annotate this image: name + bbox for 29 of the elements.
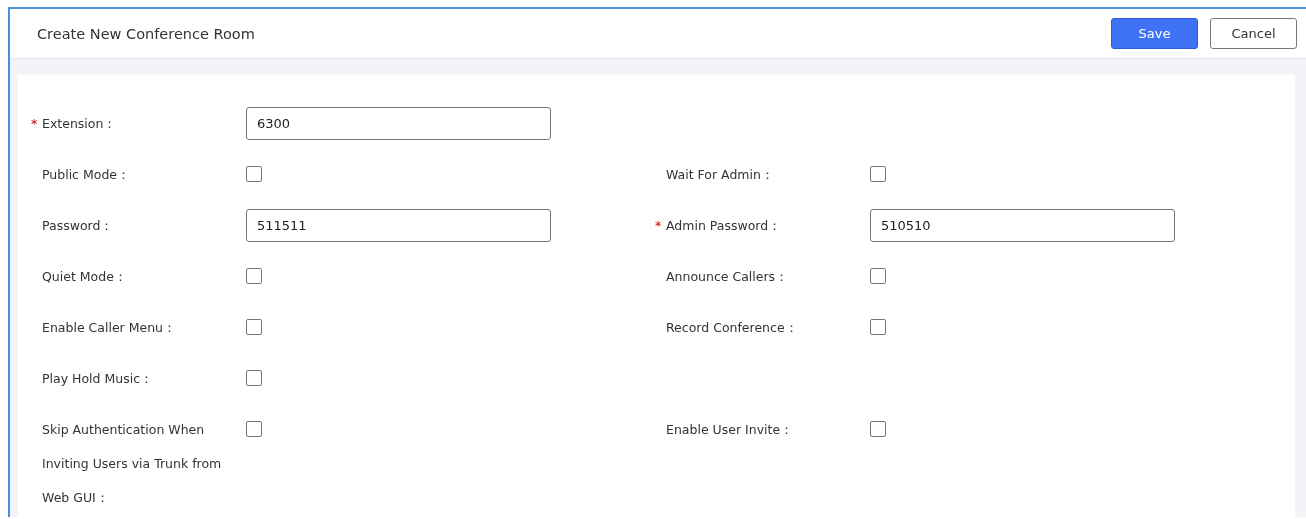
field-label: Wait For Admin： (665, 166, 775, 184)
page-title: Create New Conference Room (37, 25, 255, 42)
required-mark: * (30, 116, 38, 131)
checkbox[interactable] (246, 166, 262, 182)
field-label: Play Hold Music： (41, 370, 155, 388)
checkbox[interactable] (246, 268, 262, 284)
checkbox[interactable] (870, 268, 886, 284)
checkbox[interactable] (870, 166, 886, 182)
required-mark: * (654, 218, 662, 233)
checkbox[interactable] (870, 421, 886, 437)
field-label: Skip Authentication When Inviting Users via Trunk from Web GUI： (41, 421, 223, 507)
checkbox[interactable] (246, 370, 262, 386)
cancel-button[interactable]: Cancel (1210, 18, 1297, 49)
field-label: Quiet Mode： (41, 268, 128, 286)
field-label: Extension： (41, 115, 118, 133)
checkbox[interactable] (246, 421, 262, 437)
input-field[interactable]: 511511 (246, 209, 551, 242)
field-label: Password： (41, 217, 115, 235)
field-label: Public Mode： (41, 166, 132, 184)
save-button[interactable]: Save (1111, 18, 1198, 49)
checkbox[interactable] (246, 319, 262, 335)
input-field[interactable]: 510510 (870, 209, 1175, 242)
field-label: Record Conference： (665, 319, 799, 337)
input-field[interactable]: 6300 (246, 107, 551, 140)
checkbox[interactable] (870, 319, 886, 335)
field-label: Enable Caller Menu： (41, 319, 177, 337)
field-label: Announce Callers： (665, 268, 790, 286)
field-label: Enable User Invite： (665, 421, 795, 439)
field-label: Admin Password： (665, 217, 783, 235)
